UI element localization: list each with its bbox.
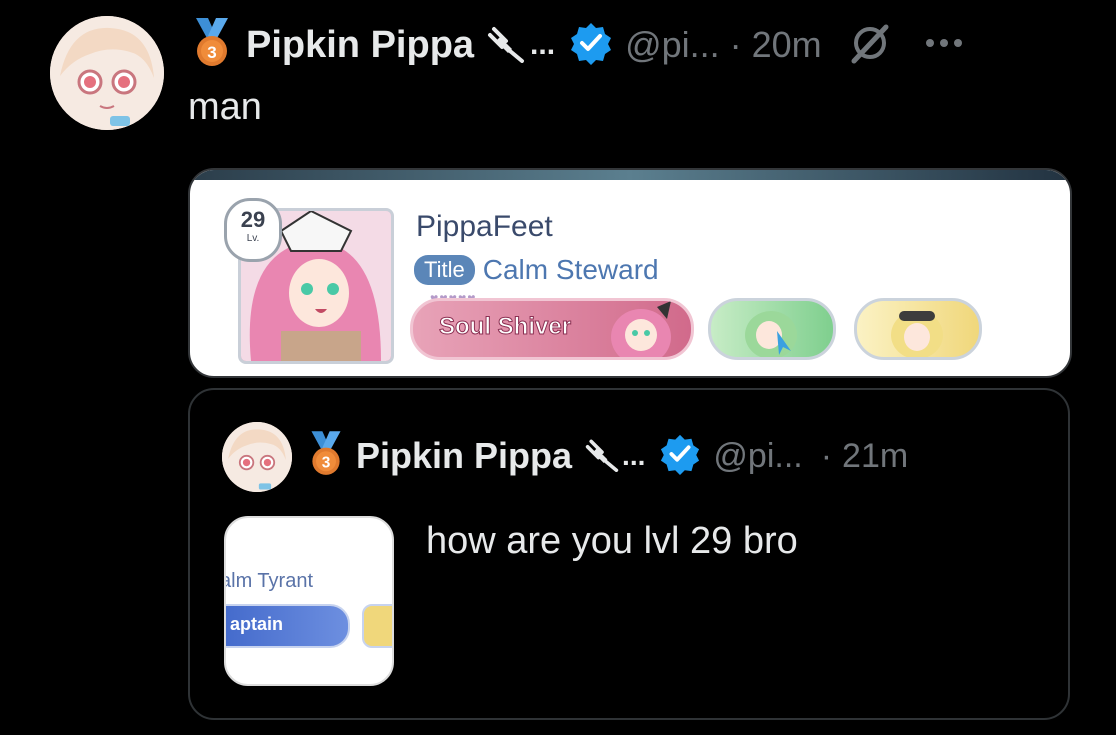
level-label: Lv. <box>246 233 260 244</box>
quoted-medal-icon: 3 <box>306 430 346 482</box>
author-avatar[interactable] <box>50 16 164 130</box>
thumb-pill-label: aptain <box>230 614 284 634</box>
verified-icon <box>569 21 613 70</box>
plug-icon <box>486 23 526 68</box>
more-options-icon[interactable] <box>924 36 964 54</box>
player-name: PippaFeet <box>416 210 553 243</box>
tweet-body: man <box>188 86 262 128</box>
quoted-tweet-body: how are you lvl 29 bro <box>426 520 798 562</box>
quoted-author-name[interactable]: Pipkin Pippa <box>356 435 572 477</box>
tweet-header: 3 Pipkin Pippa ... @pi... · 20m <box>190 17 964 73</box>
quoted-verified-icon <box>659 433 701 480</box>
profile-card: 29 Lv. PippaFeet Title Calm Steward ♥♥♥♥… <box>198 180 1062 368</box>
quoted-plug-icon <box>584 436 620 477</box>
quoted-avatar-illustration <box>222 422 292 492</box>
team-character-icon <box>611 301 671 357</box>
avatar-illustration <box>50 16 164 130</box>
tweet-time[interactable]: 20m <box>752 24 822 66</box>
level-number: 29 <box>240 207 266 232</box>
grok-icon[interactable] <box>848 21 892 70</box>
medal-icon: 3 <box>190 17 234 73</box>
author-name[interactable]: Pipkin Pippa <box>246 24 474 67</box>
tweet-image[interactable]: 29 Lv. PippaFeet Title Calm Steward ♥♥♥♥… <box>188 168 1072 378</box>
team-label: Soul Shiver <box>438 313 572 341</box>
character-chip-green <box>708 298 836 360</box>
quoted-author-handle[interactable]: @pi... <box>713 437 802 476</box>
title-row: Title Calm Steward <box>414 254 659 286</box>
character-chip-yellow <box>854 298 982 360</box>
card-header-band <box>190 170 1070 180</box>
thumb-team-pill: aptain <box>226 604 350 648</box>
quoted-name-ellipsis: ... <box>622 440 646 471</box>
quoted-tweet[interactable]: 3 Pipkin Pippa ... @pi... · 21m alm Tyra… <box>188 388 1070 720</box>
quoted-dot-separator: · <box>820 436 833 475</box>
author-handle[interactable]: @pi... <box>625 24 720 66</box>
team-pill: Soul Shiver <box>410 298 694 360</box>
svg-text:3: 3 <box>322 454 331 471</box>
quoted-author-avatar[interactable] <box>222 422 292 492</box>
level-badge: 29 Lv. <box>224 198 282 262</box>
name-ellipsis: ... <box>530 28 556 61</box>
quoted-tweet-image[interactable]: alm Tyrant aptain <box>224 516 394 686</box>
title-tag: Title <box>414 255 475 285</box>
dot-separator: · <box>729 24 742 65</box>
thumb-title-text: alm Tyrant <box>224 570 313 592</box>
thumb-character-chip <box>362 604 392 648</box>
quoted-tweet-header: 3 Pipkin Pippa ... @pi... · 21m <box>306 430 908 482</box>
quoted-tweet-time[interactable]: 21m <box>842 437 908 476</box>
svg-text:3: 3 <box>207 43 216 62</box>
title-value: Calm Steward <box>482 254 659 285</box>
